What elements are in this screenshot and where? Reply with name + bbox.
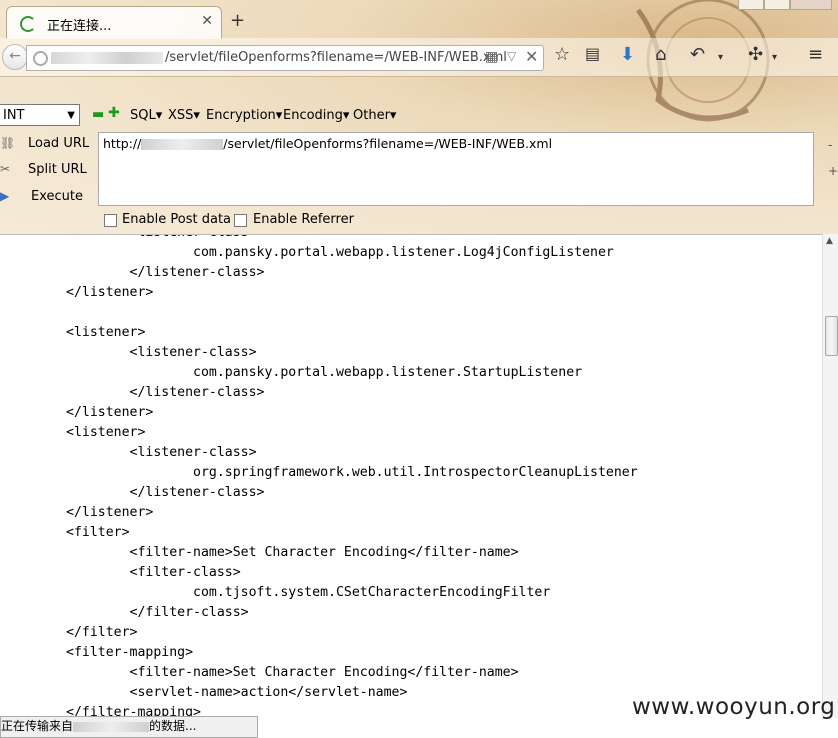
- new-tab-icon[interactable]: +: [230, 10, 245, 31]
- load-url-icon: ⛓: [0, 136, 16, 150]
- split-url-icon: ✂: [0, 162, 11, 176]
- hackbar-url-text[interactable]: http:// /servlet/fileOpenforms?filename=/…: [103, 136, 552, 151]
- split-url-label: Split URL: [28, 162, 87, 177]
- menu-xss[interactable]: XSS▾: [168, 108, 200, 123]
- qr-code-icon[interactable]: ▦: [485, 49, 498, 65]
- window-maximize[interactable]: [764, 0, 790, 10]
- tab-title: 正在连接...: [47, 19, 112, 34]
- enable-post-label: Enable Post data: [122, 212, 232, 227]
- enable-referrer-label: Enable Referrer: [253, 212, 354, 227]
- load-url-button[interactable]: ⛓ Load URL: [0, 134, 90, 156]
- hackbar-url-suffix: /servlet/fileOpenforms?filename=/WEB-INF…: [223, 136, 553, 151]
- load-url-label: Load URL: [28, 136, 90, 151]
- enable-referrer-checkbox[interactable]: [234, 214, 247, 227]
- menu-sql[interactable]: SQL▾: [130, 108, 162, 123]
- window-close[interactable]: [790, 0, 832, 10]
- scrollbar-thumb[interactable]: [825, 316, 838, 356]
- vertical-scrollbar[interactable]: ▲: [822, 234, 838, 718]
- decrease-icon[interactable]: ▬: [92, 107, 104, 122]
- url-stop-icon[interactable]: ✕: [525, 47, 538, 66]
- menu-encoding[interactable]: Encoding▾: [283, 108, 349, 123]
- chevron-down-icon[interactable]: ▾: [772, 52, 777, 63]
- addon-icon[interactable]: ✣: [748, 44, 763, 65]
- menu-sql-label: SQL: [130, 108, 156, 123]
- redacted-host: [51, 52, 163, 64]
- browser-chrome: 正在连接... ✕ + ← /servlet/fileOpenforms?fil…: [0, 0, 838, 234]
- url-bar[interactable]: /servlet/fileOpenforms?filename=/WEB-INF…: [26, 45, 544, 71]
- hackbar-url-textarea[interactable]: http:// /servlet/fileOpenforms?filename=/…: [98, 132, 814, 206]
- site-identity-icon[interactable]: [33, 51, 48, 66]
- status-bar: 正在传输来自 的数据...: [0, 716, 258, 738]
- window-minimize[interactable]: [738, 0, 764, 10]
- tab-close-icon[interactable]: ✕: [201, 13, 213, 29]
- hackbar-collapse-icon[interactable]: -: [828, 138, 832, 152]
- menu-encoding-label: Encoding: [283, 108, 343, 123]
- menu-other[interactable]: Other▾: [353, 108, 396, 123]
- play-icon: ▶: [0, 189, 10, 203]
- execute-label: Execute: [31, 189, 83, 204]
- browser-tab[interactable]: 正在连接... ✕: [6, 6, 222, 39]
- home-icon[interactable]: ⌂: [655, 44, 666, 65]
- reading-list-icon[interactable]: ▤: [585, 44, 600, 63]
- chevron-down-icon[interactable]: ▾: [718, 52, 723, 63]
- hackbar-expand-icon[interactable]: +: [828, 164, 838, 178]
- watermark: www.wooyun.org: [632, 694, 836, 720]
- execute-button[interactable]: ▶ Execute: [0, 187, 90, 209]
- undo-icon[interactable]: ↶: [690, 44, 705, 65]
- nav-bar: ← /servlet/fileOpenforms?filename=/WEB-I…: [0, 38, 838, 77]
- url-dropdown-icon[interactable]: ▽: [507, 49, 516, 63]
- page-content: <listener-class> com.pansky.portal.webap…: [0, 234, 822, 719]
- enable-post-checkbox[interactable]: [104, 214, 117, 227]
- chevron-down-icon: ▼: [67, 110, 75, 121]
- redacted-host: [73, 721, 150, 732]
- increase-icon[interactable]: ✚: [108, 105, 120, 121]
- split-url-button[interactable]: ✂ Split URL: [0, 160, 90, 182]
- menu-other-label: Other: [353, 108, 390, 123]
- redacted-host: [141, 139, 224, 150]
- url-text[interactable]: /servlet/fileOpenforms?filename=/WEB-INF…: [165, 50, 507, 65]
- status-prefix: 正在传输来自: [1, 719, 74, 733]
- bookmark-star-icon[interactable]: ☆: [554, 44, 570, 65]
- scroll-up-icon[interactable]: ▲: [826, 236, 833, 246]
- xml-source-text: <listener-class> com.pansky.portal.webap…: [66, 235, 638, 719]
- status-suffix: 的数据...: [149, 719, 197, 733]
- loading-spinner-icon: [20, 16, 36, 32]
- menu-xss-label: XSS: [168, 108, 194, 123]
- download-arrow-icon[interactable]: ⬇: [620, 44, 635, 65]
- hackbar-url-prefix: http://: [103, 136, 142, 151]
- back-arrow-icon[interactable]: ←: [2, 44, 28, 70]
- hackbar-type-value: INT: [3, 108, 25, 123]
- menu-encryption-label: Encryption: [206, 108, 276, 123]
- hamburger-menu-icon[interactable]: ≡: [808, 44, 823, 65]
- hackbar-type-select[interactable]: INT ▼: [0, 104, 80, 126]
- menu-encryption[interactable]: Encryption▾: [206, 108, 282, 123]
